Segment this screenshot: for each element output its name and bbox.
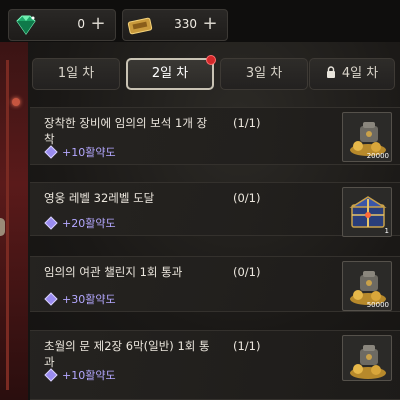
tab-label: 4일 차: [341, 66, 379, 81]
quest-title: 장착한 장비에 임의의 보석 1개 장착: [44, 116, 208, 146]
tab-day-3[interactable]: 3일 차: [220, 58, 308, 90]
reward-item-slot[interactable]: [342, 335, 392, 381]
quest-row[interactable]: 장착한 장비에 임의의 보석 1개 장착 +10활약도 (1/1) 20000: [30, 107, 400, 165]
item-count: 50000: [366, 301, 389, 309]
side-handle[interactable]: [0, 218, 5, 236]
activity-diamond-icon: [44, 292, 58, 306]
quest-title: 초월의 문 제2장 6막(일반) 1회 통과: [44, 339, 210, 369]
notification-dot: [206, 55, 216, 65]
quest-reward: +10활약도: [44, 144, 116, 160]
quest-row[interactable]: 초월의 문 제2장 6막(일반) 1회 통과 +10활약도 (1/1): [30, 330, 400, 400]
treasure-chest-icon: [349, 196, 387, 228]
quest-progress: (1/1): [233, 116, 261, 130]
quest-progress: (1/1): [233, 339, 261, 353]
lock-icon: [326, 60, 336, 78]
reward-item-slot[interactable]: 20000: [342, 112, 392, 162]
ticket-currency: 330 +: [122, 9, 228, 41]
reward-label: +10활약도: [62, 146, 116, 159]
quest-row[interactable]: 영웅 레벨 32레벨 도달 +20활약도 (0/1) 1: [30, 182, 400, 237]
quest-progress: (0/1): [233, 265, 261, 279]
item-count: 20000: [366, 152, 389, 160]
quest-progress: (0/1): [233, 191, 261, 205]
item-count: 1: [384, 227, 389, 235]
reward-label: +30활약도: [62, 293, 116, 306]
background-banner: [0, 40, 28, 400]
tab-label: 1일 차: [57, 66, 95, 81]
ticket-amount: 330: [174, 17, 197, 31]
banner-pole: [6, 60, 9, 390]
reward-item-slot[interactable]: 50000: [342, 261, 392, 311]
tab-day-4[interactable]: 4일 차: [309, 58, 395, 90]
quest-title: 임의의 여관 챌린지 1회 통과: [44, 265, 183, 279]
tab-day-1[interactable]: 1일 차: [32, 58, 120, 90]
quest-reward: +30활약도: [44, 291, 116, 307]
quest-title: 영웅 레벨 32레벨 도달: [44, 191, 155, 205]
activity-diamond-icon: [44, 216, 58, 230]
gem-amount: 0: [77, 17, 85, 31]
reward-label: +20활약도: [62, 217, 116, 230]
add-ticket-button[interactable]: +: [199, 13, 221, 35]
reward-label: +10활약도: [62, 369, 116, 382]
activity-diamond-icon: [44, 368, 58, 382]
gem-currency: 0 +: [8, 9, 116, 41]
tab-label: 2일 차: [151, 66, 189, 81]
reward-item-slot[interactable]: 1: [342, 187, 392, 237]
tab-day-2[interactable]: 2일 차: [126, 55, 216, 90]
add-gem-button[interactable]: +: [87, 13, 109, 35]
quest-reward: +20활약도: [44, 215, 116, 231]
currency-bar: 0 + 330 +: [0, 0, 400, 42]
quest-reward: +10활약도: [44, 367, 116, 383]
green-gem-icon: [13, 13, 39, 37]
gold-treasure-icon: [350, 345, 386, 379]
quest-row[interactable]: 임의의 여관 챌린지 1회 통과 +30활약도 (0/1) 50000: [30, 256, 400, 312]
gold-ticket-icon: [127, 13, 153, 37]
tab-label: 3일 차: [245, 66, 283, 81]
activity-diamond-icon: [44, 145, 58, 159]
banner-ornament: [12, 98, 20, 106]
